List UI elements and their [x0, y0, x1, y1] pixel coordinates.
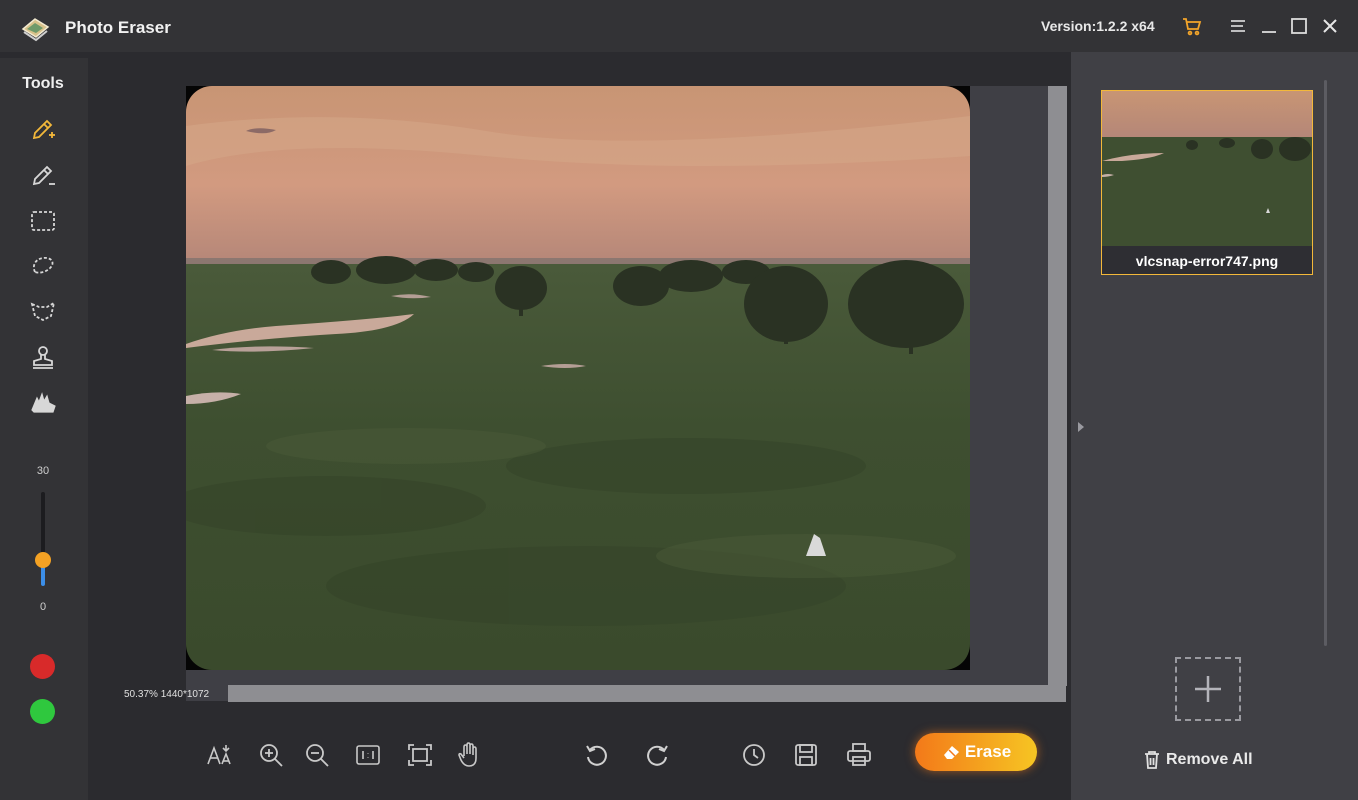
tools-title: Tools	[22, 75, 64, 92]
polygon-lasso-tool-icon[interactable]	[28, 296, 58, 326]
zoom-info-label: 50.37% 1440*1072	[124, 689, 210, 700]
menu-icon[interactable]	[1226, 14, 1250, 38]
add-file-button[interactable]	[1175, 657, 1241, 721]
close-icon[interactable]	[1318, 14, 1342, 38]
eraser-icon	[943, 746, 959, 759]
zoom-out-icon[interactable]	[302, 740, 332, 770]
remove-all-label: Remove All	[1166, 751, 1253, 768]
erase-button[interactable]: Erase	[915, 733, 1037, 771]
clone-stamp-tool-icon[interactable]	[28, 342, 58, 372]
photo-canvas[interactable]	[186, 86, 970, 670]
file-thumbnail-image	[1102, 91, 1312, 246]
erase-button-label: Erase	[964, 742, 1012, 761]
smart-brush-tool-icon[interactable]	[28, 115, 58, 145]
workspace: 50.37% 1440*1072 Erase	[88, 52, 1071, 800]
minimize-icon[interactable]	[1257, 14, 1281, 38]
brush-size-slider-thumb[interactable]	[35, 552, 51, 568]
brush-size-max-label: 30	[36, 465, 50, 477]
remove-all-button[interactable]: Remove All	[1143, 749, 1253, 771]
print-icon[interactable]	[844, 740, 874, 770]
file-panel: vlcsnap-error747.png Remove All	[1071, 52, 1358, 800]
panel-scrollbar[interactable]	[1324, 80, 1327, 646]
rectangle-select-tool-icon[interactable]	[28, 206, 58, 236]
fit-screen-icon[interactable]	[405, 740, 435, 770]
tools-sidebar: Tools 30 0	[0, 58, 88, 800]
redo-icon[interactable]	[642, 740, 672, 770]
eraser-hand-tool-icon[interactable]	[28, 387, 58, 417]
trash-icon	[1145, 751, 1159, 769]
text-size-icon[interactable]	[205, 740, 235, 770]
save-icon[interactable]	[791, 740, 821, 770]
undo-icon[interactable]	[582, 740, 612, 770]
vertical-scrollbar[interactable]	[1048, 86, 1067, 686]
horizontal-scrollbar[interactable]	[228, 685, 1066, 702]
plus-icon	[1195, 676, 1221, 702]
maximize-icon[interactable]	[1287, 14, 1311, 38]
keep-color-swatch[interactable]	[30, 699, 55, 724]
app-title: Photo Eraser	[65, 18, 171, 37]
actual-size-icon[interactable]	[353, 740, 383, 770]
file-thumbnail-card[interactable]: vlcsnap-error747.png	[1101, 90, 1313, 275]
history-icon[interactable]	[739, 740, 769, 770]
zoom-in-icon[interactable]	[256, 740, 286, 770]
version-label: Version:1.2.2 x64	[1041, 18, 1155, 34]
hand-icon[interactable]	[454, 740, 484, 770]
brush-tool-icon[interactable]	[28, 161, 58, 191]
cart-icon[interactable]	[1180, 14, 1204, 38]
title-bar: Photo Eraser Version:1.2.2 x64	[0, 0, 1358, 52]
mark-color-swatch[interactable]	[30, 654, 55, 679]
brush-size-min-label: 0	[39, 601, 47, 613]
app-logo-icon	[21, 18, 50, 42]
lasso-tool-icon[interactable]	[28, 251, 58, 281]
file-name-label: vlcsnap-error747.png	[1135, 253, 1279, 269]
collapse-panel-arrow-icon[interactable]	[1076, 420, 1086, 434]
